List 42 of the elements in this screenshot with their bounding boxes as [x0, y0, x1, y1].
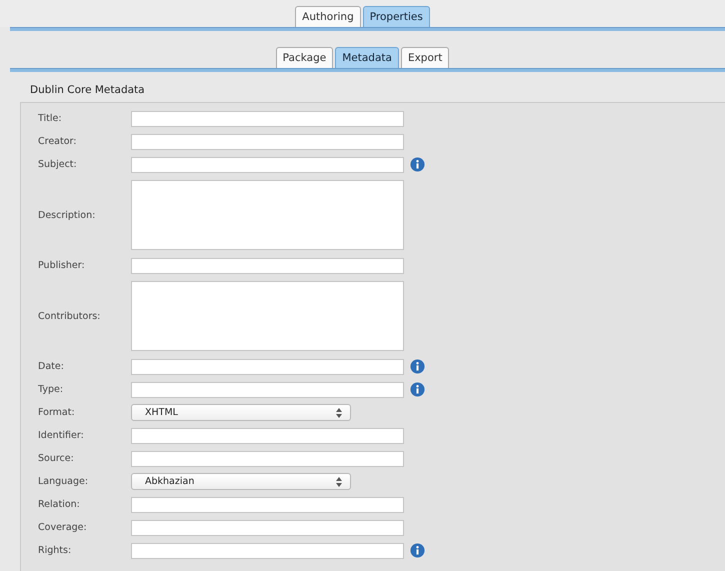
text-field[interactable]	[131, 134, 404, 150]
field-label: Creator:	[38, 136, 78, 147]
dropdown[interactable]: Abkhazian	[131, 473, 351, 490]
sub-tab[interactable]: Package	[276, 47, 334, 68]
field-label: Publisher:	[38, 260, 86, 271]
text-field[interactable]	[131, 110, 404, 126]
field-label: Date:	[38, 361, 65, 372]
text-field[interactable]	[131, 542, 404, 558]
sub-tab[interactable]: Metadata	[335, 47, 399, 68]
field-label: Identifier:	[38, 430, 85, 441]
text-field[interactable]	[131, 358, 404, 374]
text-field[interactable]	[131, 428, 404, 444]
text-area[interactable]	[131, 281, 404, 351]
field-label: Coverage:	[38, 522, 88, 533]
info-icon[interactable]	[410, 543, 425, 558]
text-field[interactable]	[131, 520, 404, 536]
field-label: Type:	[38, 384, 64, 395]
dropdown[interactable]: XHTML	[131, 404, 351, 421]
updown-arrows-icon	[336, 476, 342, 486]
field-label: Language:	[38, 476, 90, 487]
main-tab[interactable]: Properties	[362, 6, 430, 27]
field-label: Description:	[38, 210, 96, 220]
field-label: Title:	[38, 113, 63, 124]
text-area[interactable]	[131, 180, 404, 250]
field-label: Subject:	[38, 159, 78, 170]
field-label: Rights:	[38, 545, 72, 556]
sub-tab[interactable]: Export	[400, 47, 450, 68]
field-label: Contributors:	[38, 310, 102, 322]
text-field[interactable]	[131, 258, 404, 274]
main-tab[interactable]: Authoring	[295, 6, 361, 27]
field-label: Format:	[38, 407, 76, 418]
info-icon[interactable]	[410, 382, 425, 397]
info-icon[interactable]	[410, 359, 425, 374]
info-icon[interactable]	[410, 157, 425, 172]
text-field[interactable]	[131, 156, 404, 172]
updown-arrows-icon	[336, 408, 342, 418]
field-label: Source:	[38, 453, 75, 464]
text-field[interactable]	[131, 450, 404, 466]
section-title: Dublin Core Metadata	[29, 84, 146, 96]
text-field[interactable]	[131, 382, 404, 398]
text-field[interactable]	[131, 496, 404, 512]
field-label: Relation:	[38, 499, 81, 510]
